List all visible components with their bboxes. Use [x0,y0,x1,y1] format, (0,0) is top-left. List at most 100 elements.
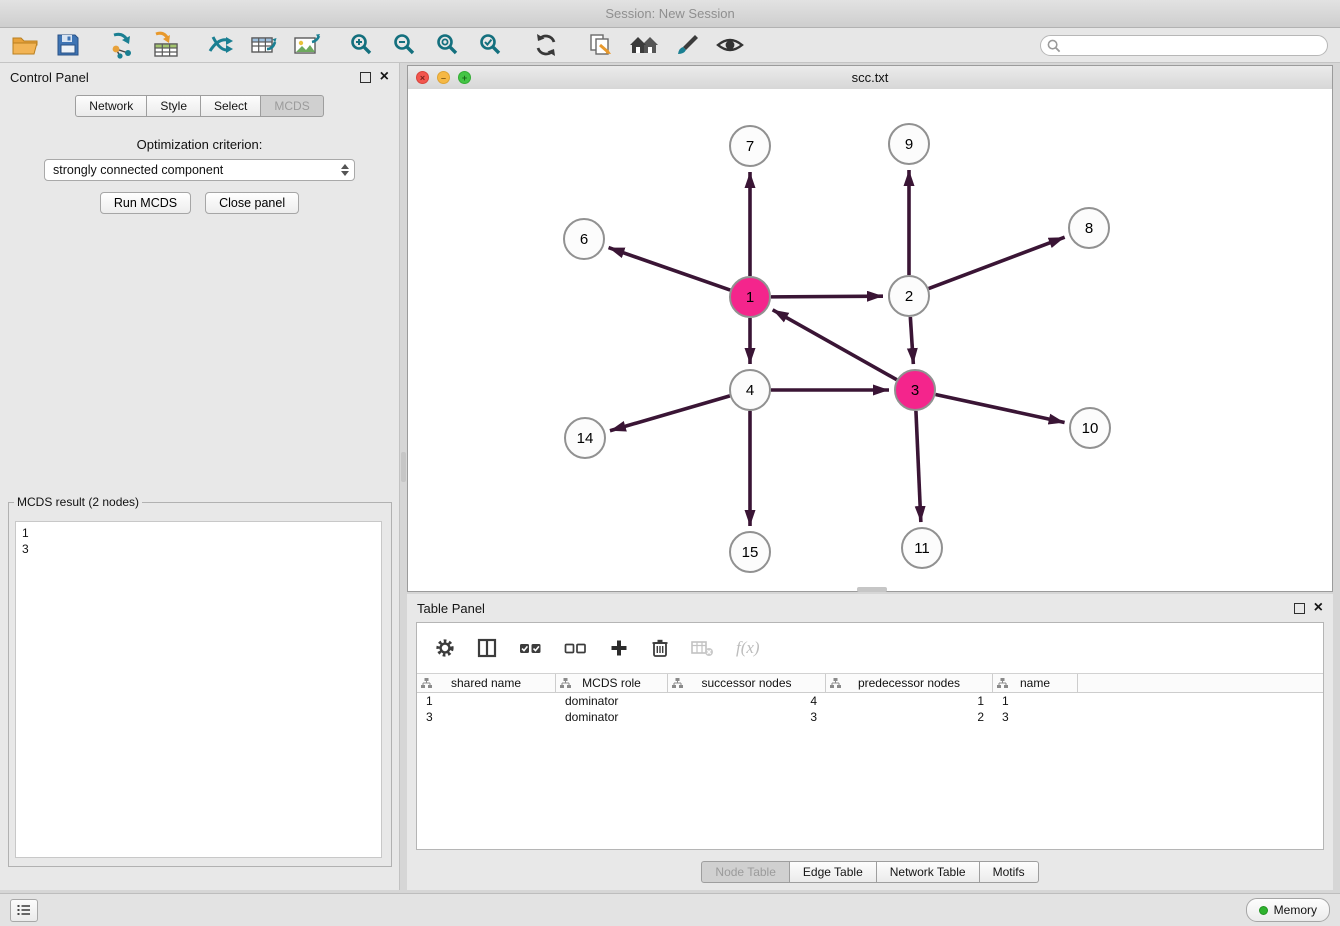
vertical-splitter-grip[interactable] [401,452,406,482]
close-panel-icon[interactable]: × [380,70,389,84]
column-header-predecessor-nodes[interactable]: predecessor nodes [826,674,993,692]
control-panel-tabs: NetworkStyleSelectMCDS [0,95,399,117]
function-builder-icon: f(x) [736,638,760,658]
node-8[interactable]: 8 [1069,208,1109,248]
search-input[interactable] [1040,35,1328,56]
select-all-icon[interactable] [519,639,542,657]
memory-status-icon [1259,906,1268,915]
tab-edge-table[interactable]: Edge Table [790,861,877,883]
table-row[interactable]: 1dominator411 [417,693,1323,709]
settings-gear-icon[interactable] [435,638,455,658]
import-table-icon[interactable] [149,30,183,60]
tab-mcds[interactable]: MCDS [261,95,323,117]
export-table-icon[interactable] [247,30,281,60]
edge-3-to-11[interactable] [916,411,921,522]
style-brush-icon[interactable] [670,30,704,60]
svg-text:2: 2 [905,288,913,305]
refresh-view-icon[interactable] [529,30,563,60]
table-panel-header: Table Panel × [407,594,1333,622]
edge-3-to-10[interactable] [936,394,1065,422]
mcds-result-line: 1 [22,525,375,541]
zoom-out-icon[interactable] [388,30,422,60]
network-canvas[interactable]: 7 9 6 8 1 2 4 3 14 10 15 11 [408,89,1332,591]
zoom-selected-icon[interactable] [474,30,508,60]
import-network-icon[interactable] [106,30,140,60]
column-header-shared-name[interactable]: shared name [417,674,556,692]
table-panel-tabs: Node TableEdge TableNetwork TableMotifs [407,861,1333,883]
edge-1-to-2[interactable] [771,296,883,297]
edge-2-to-8[interactable] [929,237,1065,288]
task-history-button[interactable] [10,899,38,922]
export-image-icon[interactable] [290,30,324,60]
zoom-in-icon[interactable] [345,30,379,60]
node-7[interactable]: 7 [730,126,770,166]
table-cell: 3 [668,709,826,725]
save-session-icon[interactable] [51,30,85,60]
node-9[interactable]: 9 [889,124,929,164]
delete-entry-icon[interactable] [651,638,669,658]
table-row[interactable]: 3dominator323 [417,709,1323,725]
copy-files-icon[interactable] [584,30,618,60]
control-panel-header: Control Panel × [0,63,399,91]
tab-node-table[interactable]: Node Table [701,861,790,883]
node-6[interactable]: 6 [564,219,604,259]
node-table-body: 1dominator4113dominator323 [417,693,1323,725]
tab-motifs[interactable]: Motifs [980,861,1039,883]
table-cell: 3 [993,709,1078,725]
node-table-container: f(x) shared nameMCDS rolesuccessor nodes… [416,622,1324,850]
tab-network[interactable]: Network [75,95,147,117]
window-zoom-icon[interactable]: + [458,71,471,84]
window-close-icon[interactable]: × [416,71,429,84]
node-11[interactable]: 11 [902,528,942,568]
node-14[interactable]: 14 [565,418,605,458]
mcds-result-box[interactable]: 13 [15,521,382,858]
network-graph[interactable]: 7 9 6 8 1 2 4 3 14 10 15 11 [408,89,1332,591]
show-columns-icon[interactable] [477,638,497,658]
node-3[interactable]: 3 [895,370,935,410]
table-toolbar: f(x) [417,623,1323,673]
column-header-name[interactable]: name [993,674,1078,692]
memory-button[interactable]: Memory [1246,898,1330,922]
svg-text:11: 11 [914,540,930,557]
edge-4-to-14[interactable] [610,396,730,431]
zoom-fit-icon[interactable] [431,30,465,60]
network-arrows-icon[interactable] [204,30,238,60]
add-entry-icon[interactable] [609,638,629,658]
window-minimize-icon[interactable]: – [437,71,450,84]
node-10[interactable]: 10 [1070,408,1110,448]
float-panel-icon[interactable] [360,72,371,83]
column-header-successor-nodes[interactable]: successor nodes [668,674,826,692]
node-table-header: shared nameMCDS rolesuccessor nodesprede… [417,673,1323,693]
table-panel: Table Panel × [407,594,1333,890]
open-session-icon[interactable] [8,30,42,60]
close-table-panel-icon[interactable]: × [1314,601,1323,615]
delete-table-icon [691,639,714,657]
tab-network-table[interactable]: Network Table [877,861,980,883]
float-table-panel-icon[interactable] [1294,603,1305,614]
node-1[interactable]: 1 [730,277,770,317]
table-cell: 3 [417,709,556,725]
node-4[interactable]: 4 [730,370,770,410]
run-mcds-button[interactable]: Run MCDS [100,192,191,214]
close-panel-button[interactable]: Close panel [205,192,299,214]
tab-select[interactable]: Select [201,95,261,117]
home-icon[interactable] [627,30,661,60]
edge-2-to-3[interactable] [910,317,913,364]
network-view-window: scc.txt × – + 7968124314101511 [407,65,1333,592]
edge-3-to-1[interactable] [773,310,897,380]
table-cell: 4 [668,693,826,709]
svg-text:3: 3 [911,382,919,399]
criterion-dropdown[interactable]: strongly connected component [44,159,355,181]
table-cell: dominator [556,693,668,709]
tab-style[interactable]: Style [147,95,201,117]
column-header-mcds-role[interactable]: MCDS role [556,674,668,692]
deselect-all-icon[interactable] [564,639,587,657]
status-bar: Memory [0,893,1340,926]
horizontal-splitter-grip[interactable] [857,587,887,592]
edge-1-to-6[interactable] [609,248,731,290]
list-icon [17,904,31,916]
node-15[interactable]: 15 [730,532,770,572]
node-2[interactable]: 2 [889,276,929,316]
svg-text:6: 6 [580,231,588,248]
show-hide-eye-icon[interactable] [713,30,747,60]
